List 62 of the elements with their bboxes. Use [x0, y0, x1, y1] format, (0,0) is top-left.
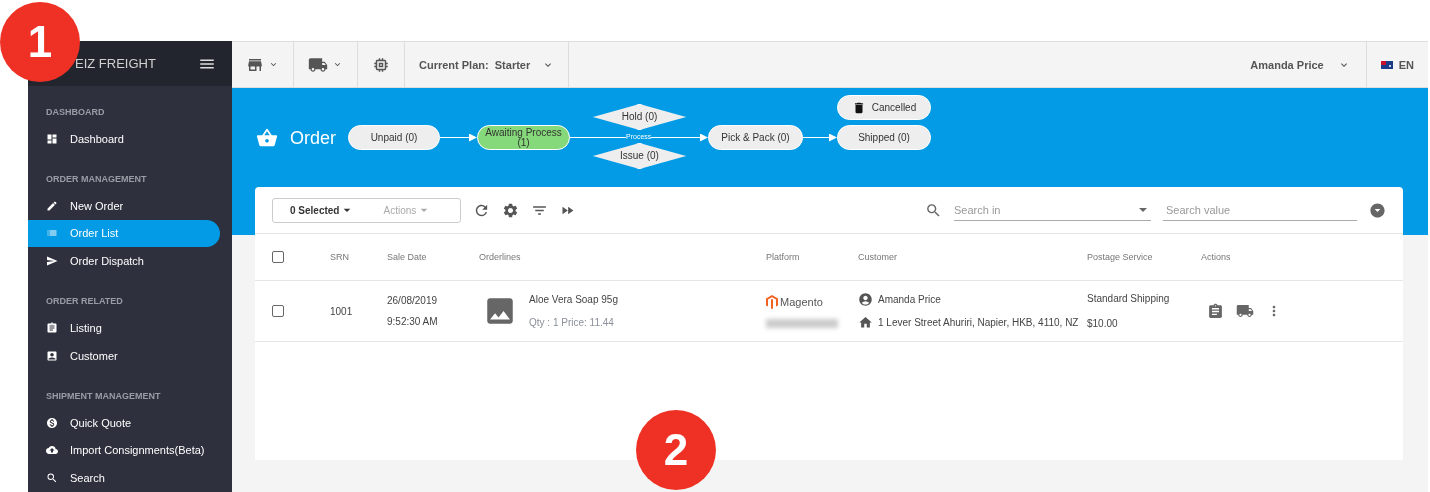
sidebar-item[interactable]: Listing [28, 314, 220, 342]
workflow-stage[interactable]: Awaiting Process (1) [477, 125, 570, 150]
customer-address: 1 Lever Street Ahuriri, Napier, HKB, 4110, NZ [878, 317, 1079, 328]
sidebar-item[interactable]: New Order [28, 191, 220, 220]
flag-icon [1380, 60, 1393, 69]
row-checkbox[interactable] [272, 305, 284, 317]
platform-name: Magento [780, 295, 823, 308]
chip-icon [372, 55, 390, 74]
product-name: Aloe Vera Soap 95g [529, 294, 618, 305]
workflow-stage[interactable]: Pick & Pack (0) [708, 125, 803, 150]
product-details: Qty : 1 Price: 11.44 [529, 317, 615, 328]
column-header: SRN [330, 252, 350, 262]
blurred-text [766, 318, 838, 328]
column-header: Postage Service [1087, 252, 1154, 262]
sale-date: 26/08/2019 [387, 295, 439, 306]
caret-icon [1139, 207, 1147, 212]
column-header: Platform [766, 252, 801, 262]
sidebar-heading: ORDER RELATED [45, 295, 124, 309]
workflow-stage[interactable]: Unpaid (0) [348, 125, 440, 150]
send-icon [46, 255, 58, 268]
page-title: Order [290, 127, 336, 149]
sidebar-item[interactable]: Import Consignments(Beta) [28, 436, 220, 465]
sidebar-heading: DASHBOARD [45, 106, 106, 119]
sidebar-item[interactable]: Search [28, 464, 220, 492]
cloud-upload-icon [46, 444, 58, 457]
column-header: Sale Date [387, 252, 428, 262]
clipboard-icon[interactable] [1207, 302, 1224, 320]
pencil-icon [46, 199, 58, 212]
sale-time: 9:52:30 AM [387, 316, 439, 327]
logo-icon [766, 294, 778, 309]
workflow-stage[interactable]: Cancelled [837, 95, 931, 120]
dashboard-icon [46, 132, 58, 145]
selected-dropdown[interactable]: 0 Selected [290, 202, 356, 218]
header-checkbox[interactable] [272, 251, 284, 263]
table-cell-text: 1001 [330, 305, 354, 317]
dollar-coin-icon [46, 416, 58, 429]
postage-price: $10.00 [1087, 318, 1119, 329]
language-menu[interactable]: EN [1365, 42, 1428, 87]
plan-menu[interactable]: Current Plan: Starter [405, 42, 570, 87]
postage-service: Standard Shipping [1087, 293, 1171, 304]
sidebar-item[interactable]: Dashboard [28, 125, 220, 153]
workflow-stage[interactable]: Shipped (0) [837, 125, 931, 150]
sidebar-item[interactable]: Quick Quote [28, 408, 220, 437]
clipboard-icon [46, 322, 58, 335]
column-header: Actions [1201, 252, 1232, 262]
sidebar-item[interactable]: Order Dispatch [28, 247, 220, 276]
home-icon [858, 315, 873, 330]
user-menu[interactable]: Amanda Price [1236, 42, 1366, 87]
search-icon [925, 201, 942, 219]
brand-name: EIZ FREIGHT [75, 56, 156, 71]
basket-icon [256, 127, 278, 149]
sidebar-heading: ORDER MANAGEMENT [45, 172, 148, 186]
column-header: Customer [858, 252, 898, 262]
person-icon [858, 292, 873, 307]
truck-icon[interactable] [1236, 302, 1254, 320]
search-icon [46, 472, 58, 485]
contact-card-icon [46, 349, 58, 362]
settings-icon[interactable] [502, 201, 519, 219]
column-header: Orderlines [479, 252, 522, 262]
sidebar-heading: SHIPMENT MANAGEMENT [45, 389, 162, 403]
sidebar-item[interactable]: Customer [28, 341, 220, 370]
customer-name: Amanda Price [878, 294, 941, 305]
